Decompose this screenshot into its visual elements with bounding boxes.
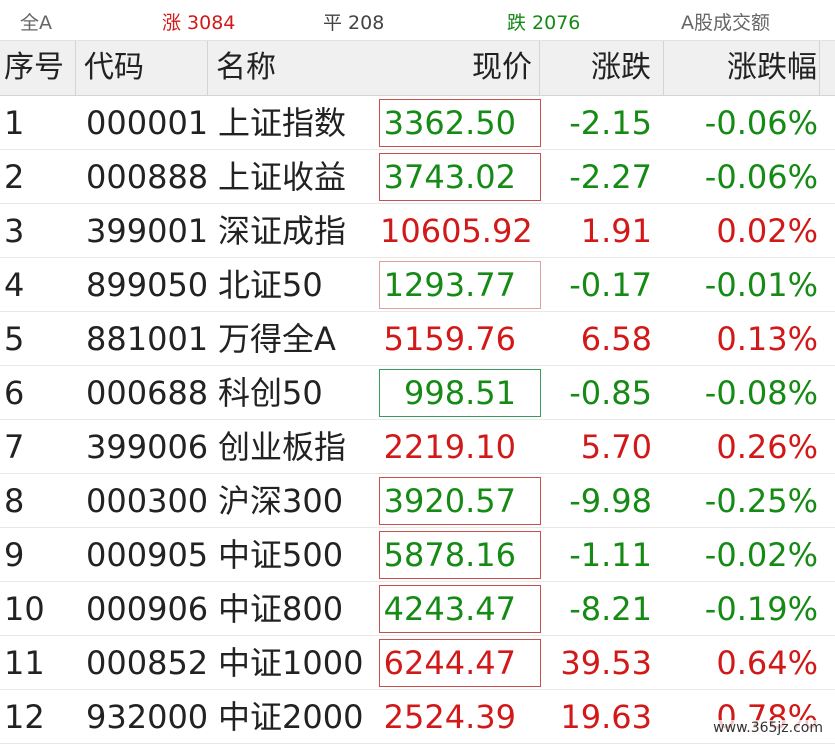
- table-row[interactable]: 1 000001 上证指数 3362.50 -2.15 -0.06%: [0, 96, 835, 150]
- row-price: 3920.57: [383, 482, 516, 520]
- row-code: 000001: [86, 104, 209, 142]
- row-name: 中证2000: [218, 698, 364, 736]
- table-row[interactable]: 7 399006 创业板指 2219.10 5.70 0.26%: [0, 420, 835, 474]
- row-name: 中证1000: [218, 644, 364, 682]
- row-change: 5.70: [580, 428, 652, 466]
- row-change: -8.21: [569, 590, 652, 628]
- row-price: 1293.77: [383, 266, 516, 304]
- row-name: 北证50: [218, 266, 323, 304]
- unchanged-count: 平 208: [323, 12, 385, 34]
- row-change-pct: 0.26%: [716, 428, 818, 466]
- row-price: 5878.16: [383, 536, 516, 574]
- row-code: 000888: [86, 158, 209, 196]
- turnover-label[interactable]: A股成交额: [681, 8, 770, 35]
- table-header: 序号 代码 名称 现价 涨跌 涨跌幅: [0, 41, 835, 96]
- all-a-tab[interactable]: 全A: [20, 8, 52, 35]
- row-code: 932000: [86, 698, 209, 736]
- row-index: 10: [4, 590, 45, 628]
- header-filler: [820, 41, 835, 95]
- market-summary-bar: 全A 涨 3084 平 208 跌 2076 A股成交额: [0, 0, 835, 41]
- row-name: 中证500: [218, 536, 344, 574]
- row-code: 000905: [86, 536, 209, 574]
- row-price: 6244.47: [383, 644, 516, 682]
- table-row[interactable]: 6 000688 科创50 998.51 -0.85 -0.08%: [0, 366, 835, 420]
- row-price: 3743.02: [383, 158, 516, 196]
- row-code: 899050: [86, 266, 209, 304]
- row-price: 2524.39: [383, 698, 516, 736]
- row-change-pct: -0.08%: [704, 374, 818, 412]
- row-change: -2.15: [569, 104, 652, 142]
- row-code: 000300: [86, 482, 209, 520]
- row-index: 11: [4, 644, 45, 682]
- row-name: 上证收益: [218, 158, 347, 196]
- row-index: 12: [4, 698, 45, 736]
- row-index: 6: [4, 374, 25, 412]
- column-header-code[interactable]: 代码: [76, 41, 208, 95]
- row-change-pct: -0.06%: [704, 104, 818, 142]
- column-header-change-pct[interactable]: 涨跌幅: [664, 41, 820, 95]
- row-change: -2.27: [569, 158, 652, 196]
- row-index: 9: [4, 536, 25, 574]
- row-change-pct: -0.06%: [704, 158, 818, 196]
- row-change: 6.58: [580, 320, 652, 358]
- row-change: 19.63: [560, 698, 652, 736]
- row-change: -1.11: [569, 536, 652, 574]
- row-index: 8: [4, 482, 25, 520]
- table-row[interactable]: 4 899050 北证50 1293.77 -0.17 -0.01%: [0, 258, 835, 312]
- row-name: 中证800: [218, 590, 344, 628]
- row-change: 39.53: [560, 644, 652, 682]
- row-code: 000852: [86, 644, 209, 682]
- row-change: -0.17: [569, 266, 652, 304]
- table-row[interactable]: 2 000888 上证收益 3743.02 -2.27 -0.06%: [0, 150, 835, 204]
- table-row[interactable]: 11 000852 中证1000 6244.47 39.53 0.64%: [0, 636, 835, 690]
- row-price: 10605.92: [380, 212, 533, 250]
- table-row[interactable]: 8 000300 沪深300 3920.57 -9.98 -0.25%: [0, 474, 835, 528]
- table-row[interactable]: 9 000905 中证500 5878.16 -1.11 -0.02%: [0, 528, 835, 582]
- row-index: 2: [4, 158, 25, 196]
- row-code: 399006: [86, 428, 209, 466]
- row-index: 3: [4, 212, 25, 250]
- table-row[interactable]: 10 000906 中证800 4243.47 -8.21 -0.19%: [0, 582, 835, 636]
- row-price: 4243.47: [383, 590, 516, 628]
- row-name: 创业板指: [218, 428, 347, 466]
- row-change-pct: 0.64%: [716, 644, 818, 682]
- row-name: 上证指数: [218, 104, 347, 142]
- row-code: 881001: [86, 320, 209, 358]
- row-price: 5159.76: [383, 320, 516, 358]
- column-header-price[interactable]: 现价: [380, 41, 540, 95]
- column-header-index[interactable]: 序号: [0, 41, 76, 95]
- row-change-pct: -0.01%: [704, 266, 818, 304]
- row-change-pct: 0.13%: [716, 320, 818, 358]
- row-change-pct: 0.02%: [716, 212, 818, 250]
- row-price: 2219.10: [383, 428, 516, 466]
- row-change: 1.91: [580, 212, 652, 250]
- row-code: 000688: [86, 374, 209, 412]
- row-code: 000906: [86, 590, 209, 628]
- row-index: 4: [4, 266, 25, 304]
- row-change: -9.98: [569, 482, 652, 520]
- row-change: -0.85: [569, 374, 652, 412]
- row-code: 399001: [86, 212, 209, 250]
- row-name: 深证成指: [218, 212, 347, 250]
- row-price: 998.51: [404, 374, 516, 412]
- row-change-pct: -0.02%: [704, 536, 818, 574]
- row-name: 科创50: [218, 374, 323, 412]
- row-index: 5: [4, 320, 25, 358]
- row-index: 7: [4, 428, 25, 466]
- row-name: 沪深300: [218, 482, 344, 520]
- advancers-count: 涨 3084: [162, 12, 236, 34]
- row-change-pct: -0.19%: [704, 590, 818, 628]
- row-change-pct: -0.25%: [704, 482, 818, 520]
- watermark: www.365jz.com: [709, 720, 827, 736]
- column-header-change[interactable]: 涨跌: [540, 41, 664, 95]
- decliners-count: 跌 2076: [507, 12, 581, 34]
- row-name: 万得全A: [218, 320, 336, 358]
- table-row[interactable]: 5 881001 万得全A 5159.76 6.58 0.13%: [0, 312, 835, 366]
- row-index: 1: [4, 104, 25, 142]
- table-row[interactable]: 3 399001 深证成指 10605.92 1.91 0.02%: [0, 204, 835, 258]
- row-price: 3362.50: [383, 104, 516, 142]
